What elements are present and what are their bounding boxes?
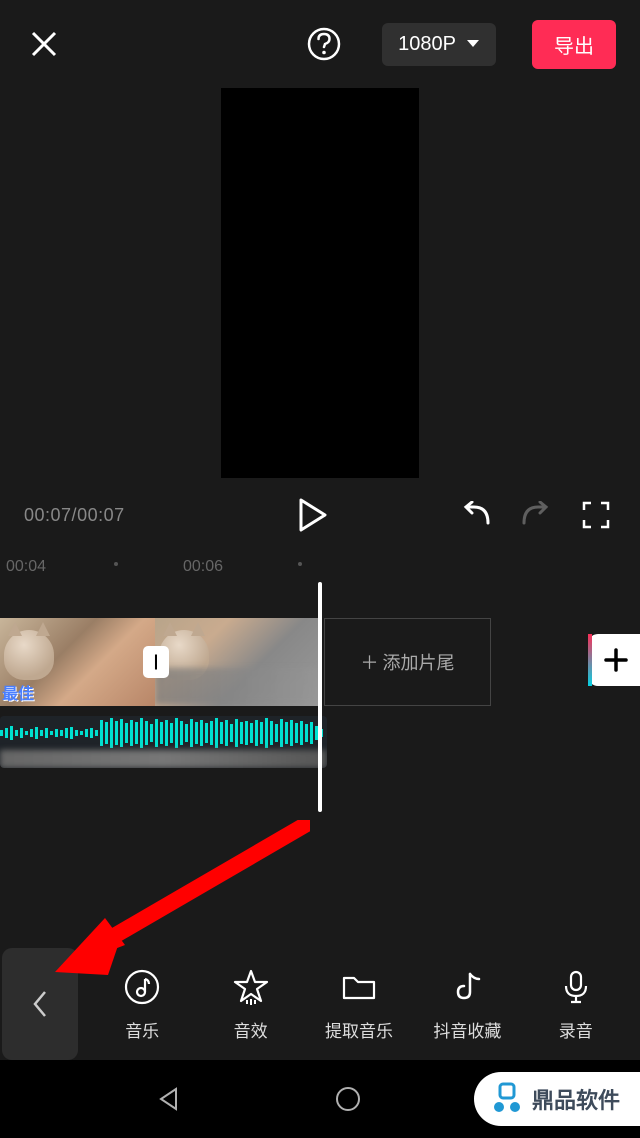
export-button[interactable]: 导出 bbox=[532, 20, 616, 69]
nav-back-button[interactable] bbox=[156, 1086, 182, 1112]
circle-home-icon bbox=[334, 1085, 362, 1113]
video-clip-1[interactable]: 最佳 bbox=[0, 618, 155, 706]
microphone-icon bbox=[556, 967, 596, 1007]
ruler-label: 00:04 bbox=[6, 558, 46, 576]
extract-music-tool[interactable]: 提取音乐 bbox=[309, 967, 409, 1042]
tool-label: 音乐 bbox=[125, 1017, 159, 1042]
tool-items: 音乐 音效 提取音乐 抖音收藏 录音 bbox=[78, 967, 640, 1042]
top-toolbar: 1080P 导出 bbox=[0, 0, 640, 88]
close-icon bbox=[29, 29, 59, 59]
record-tool[interactable]: 录音 bbox=[526, 967, 626, 1042]
resolution-label: 1080P bbox=[398, 33, 456, 56]
help-icon bbox=[306, 26, 342, 62]
douyin-icon bbox=[447, 967, 487, 1007]
timeline[interactable]: 最佳 | ＋ 添加片尾 bbox=[0, 582, 640, 947]
sound-effect-tool[interactable]: 音效 bbox=[201, 967, 301, 1042]
douyin-favorites-tool[interactable]: 抖音收藏 bbox=[417, 967, 517, 1042]
clip-caption: 最佳 bbox=[2, 680, 34, 704]
timeline-ruler[interactable]: 00:04 00:06 bbox=[0, 552, 640, 582]
chevron-left-icon bbox=[31, 989, 49, 1019]
play-icon bbox=[299, 498, 327, 532]
redo-button[interactable] bbox=[516, 501, 556, 529]
ruler-label: 00:06 bbox=[183, 558, 223, 576]
ruler-tick bbox=[298, 562, 302, 566]
help-button[interactable] bbox=[302, 22, 346, 66]
nav-home-button[interactable] bbox=[334, 1085, 362, 1113]
tool-label: 抖音收藏 bbox=[433, 1017, 501, 1042]
add-clip-button[interactable] bbox=[588, 634, 640, 686]
export-label: 导出 bbox=[554, 36, 594, 58]
bottom-toolbar: 音乐 音效 提取音乐 抖音收藏 录音 bbox=[0, 948, 640, 1060]
watermark-text: 鼎品软件 bbox=[532, 1083, 620, 1115]
watermark: 鼎品软件 bbox=[474, 1072, 640, 1126]
transition-handle[interactable]: | bbox=[143, 646, 169, 678]
waveform-icon bbox=[0, 716, 327, 750]
audio-label-blur bbox=[0, 750, 327, 768]
clip-thumbnail bbox=[4, 630, 54, 680]
add-ending-button[interactable]: ＋ 添加片尾 bbox=[324, 618, 491, 706]
video-clip-2[interactable] bbox=[155, 618, 318, 706]
preview-area bbox=[0, 88, 640, 478]
undo-button[interactable] bbox=[456, 501, 496, 529]
plus-icon bbox=[602, 646, 630, 674]
music-icon bbox=[122, 967, 162, 1007]
back-button[interactable] bbox=[2, 948, 78, 1060]
time-display: 00:07/00:07 bbox=[24, 505, 164, 526]
playhead[interactable] bbox=[318, 582, 322, 812]
undo-icon bbox=[460, 501, 492, 529]
watermark-logo-icon bbox=[490, 1082, 524, 1116]
chevron-down-icon bbox=[466, 39, 480, 49]
video-preview[interactable] bbox=[221, 88, 419, 478]
audio-track[interactable] bbox=[0, 716, 327, 768]
resolution-selector[interactable]: 1080P bbox=[382, 23, 496, 66]
tool-label: 音效 bbox=[234, 1017, 268, 1042]
play-button[interactable] bbox=[299, 498, 327, 532]
triangle-back-icon bbox=[156, 1086, 182, 1112]
fullscreen-icon bbox=[582, 501, 610, 529]
clip-blur bbox=[155, 668, 318, 704]
star-icon bbox=[231, 967, 271, 1007]
music-tool[interactable]: 音乐 bbox=[92, 967, 192, 1042]
redo-icon bbox=[520, 501, 552, 529]
plus-icon: ＋ bbox=[361, 649, 379, 675]
folder-icon bbox=[339, 967, 379, 1007]
fullscreen-button[interactable] bbox=[576, 501, 616, 529]
player-controls: 00:07/00:07 bbox=[0, 478, 640, 552]
tool-label: 录音 bbox=[559, 1017, 593, 1042]
tool-label: 提取音乐 bbox=[325, 1017, 393, 1042]
add-ending-label: 添加片尾 bbox=[383, 649, 455, 675]
close-button[interactable] bbox=[24, 29, 64, 59]
ruler-tick bbox=[114, 562, 118, 566]
